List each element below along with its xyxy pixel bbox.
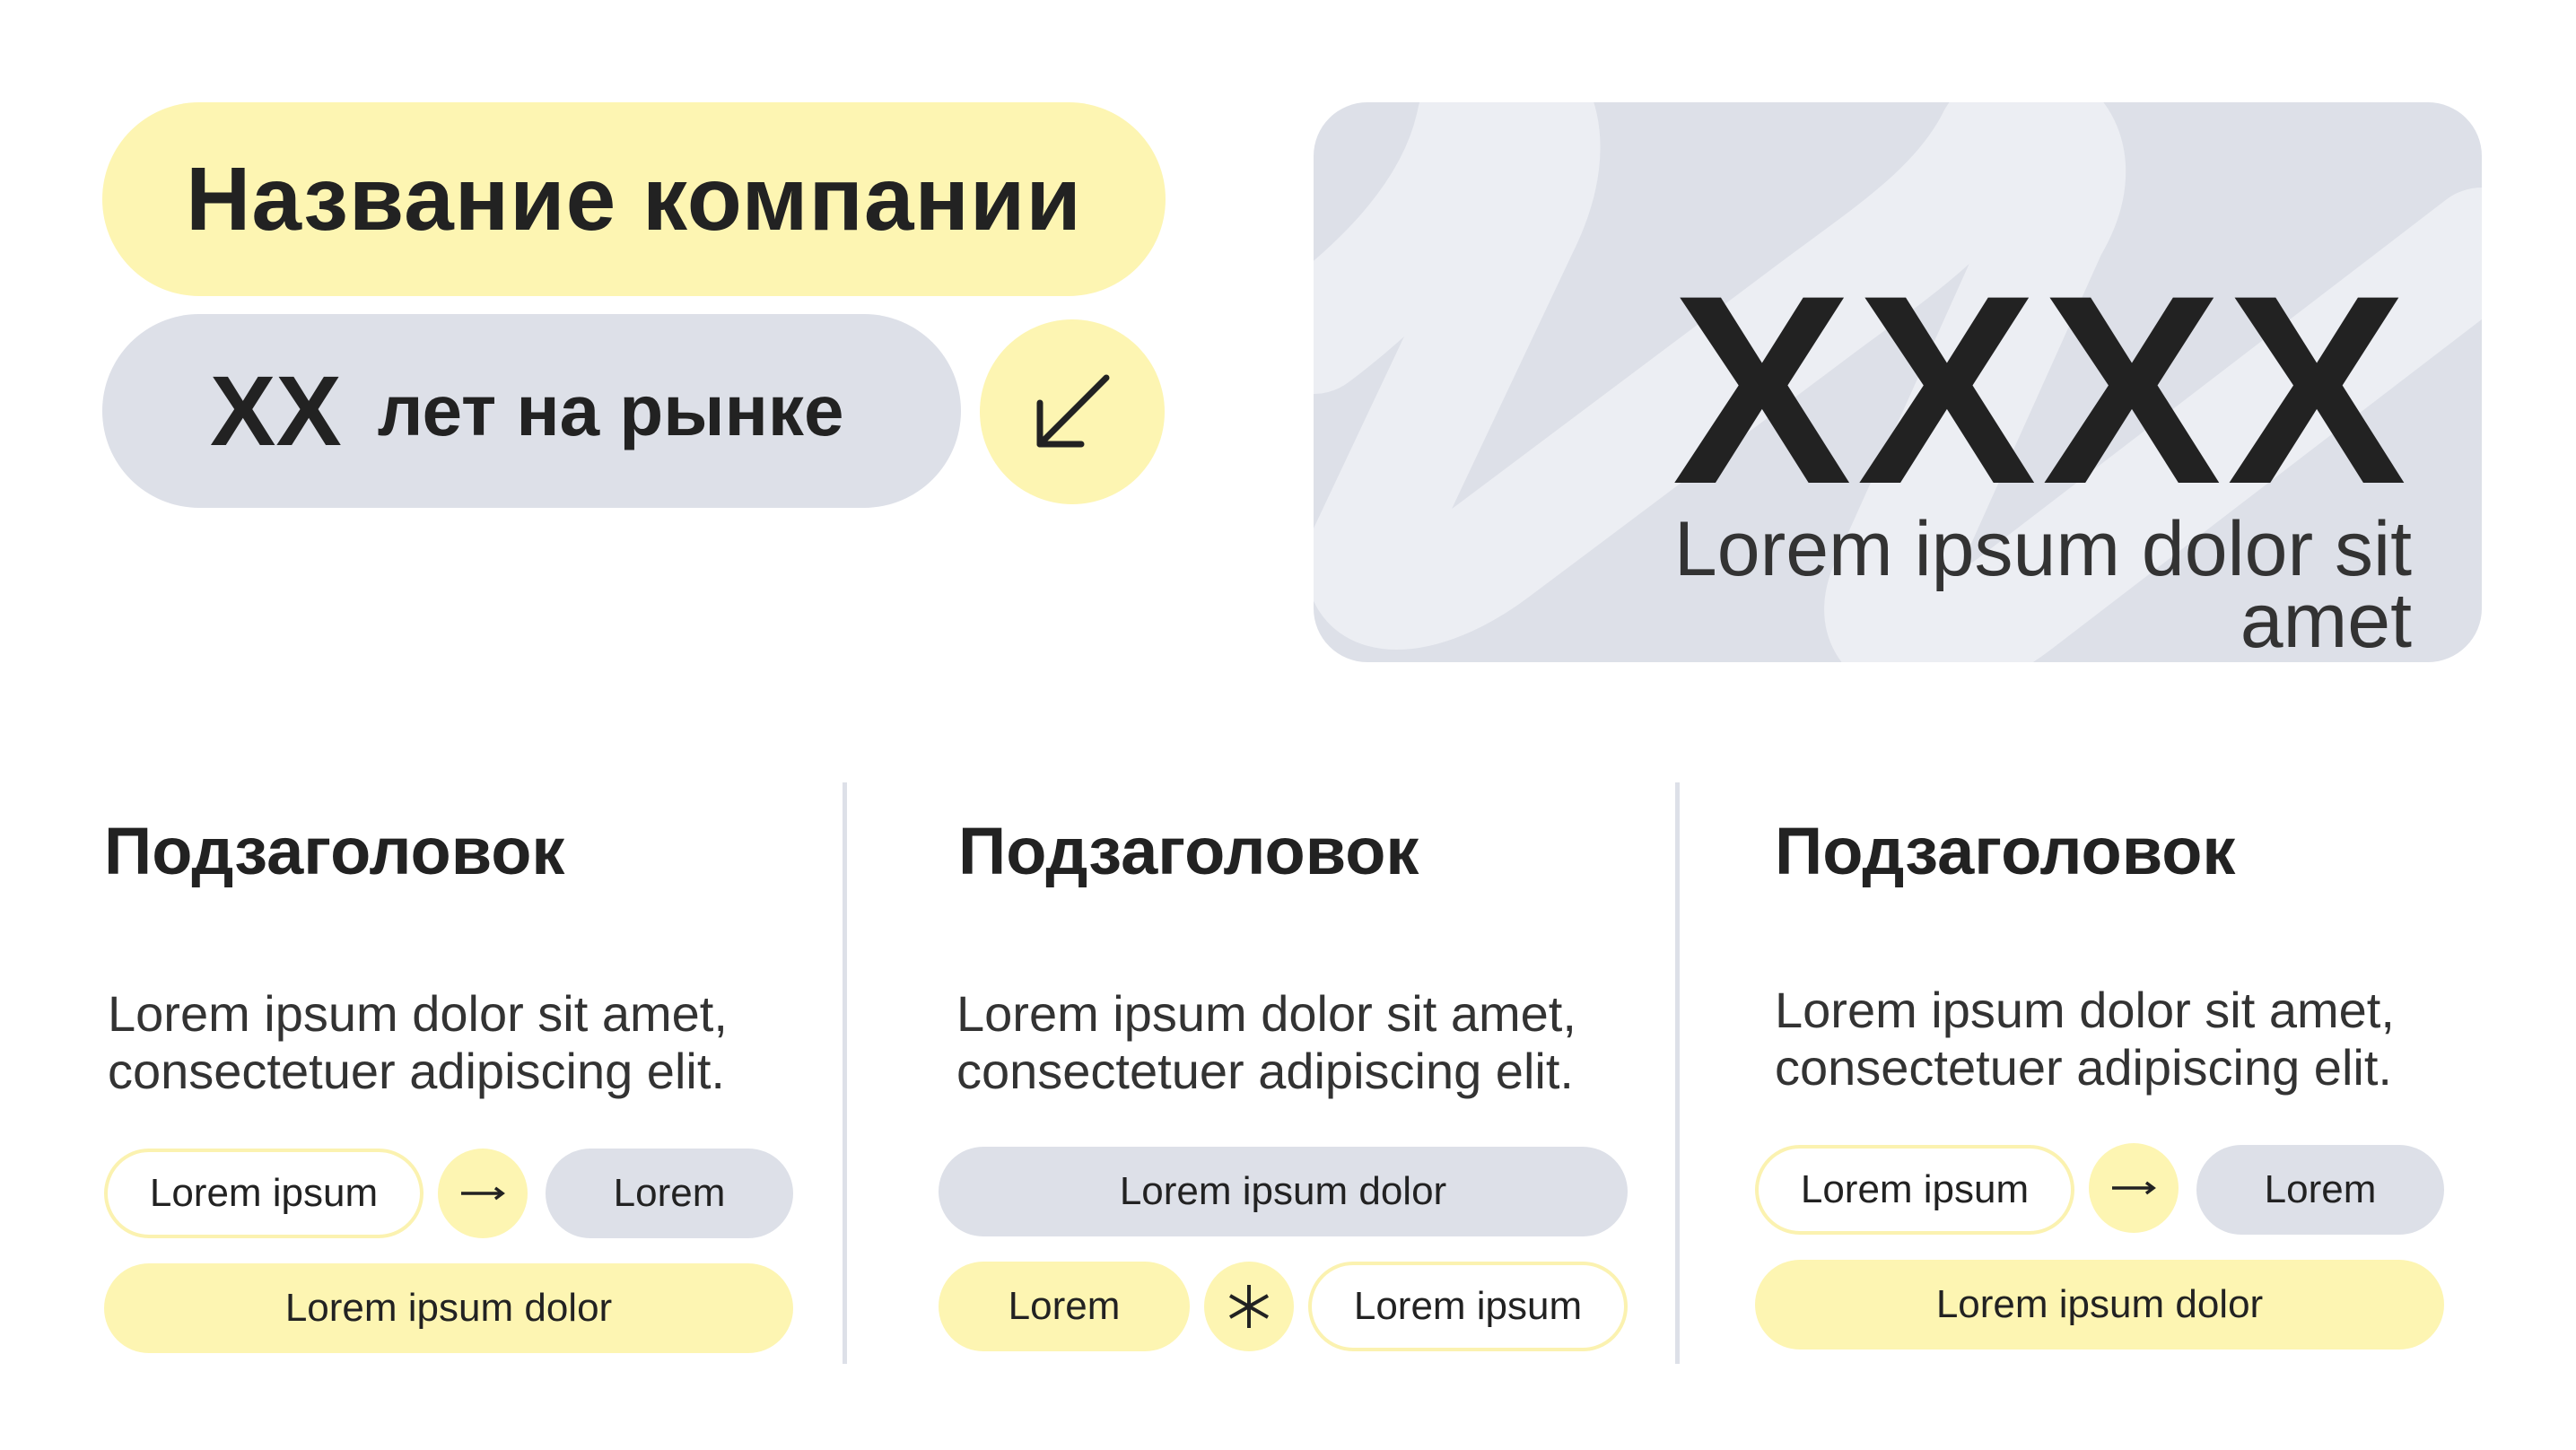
column-1-heading: Подзаголовок <box>104 814 565 888</box>
hero-number: XXXX <box>1672 239 2412 540</box>
years-text: лет на рынке <box>377 371 844 450</box>
column-divider <box>1675 782 1680 1364</box>
column-divider <box>843 782 847 1364</box>
years-number: XX <box>210 355 342 467</box>
tag-label: Lorem <box>1008 1284 1121 1328</box>
company-name: Название компании <box>186 148 1082 249</box>
tag-button-wide[interactable]: Lorem ipsum dolor <box>104 1263 793 1353</box>
column-1-body: Lorem ipsum dolor sit amet, consectetuer… <box>108 985 728 1099</box>
tag-button-wide[interactable]: Lorem ipsum dolor <box>939 1147 1628 1236</box>
arrow-right-icon <box>2112 1181 2156 1195</box>
arrow-down-left-button[interactable] <box>980 319 1165 504</box>
tag-button[interactable]: Lorem <box>939 1262 1190 1351</box>
column-3-heading: Подзаголовок <box>1775 814 2236 888</box>
tag-button[interactable]: Lorem ipsum <box>104 1149 424 1238</box>
tag-button[interactable]: Lorem <box>2196 1145 2444 1235</box>
arrow-right-icon <box>461 1186 505 1201</box>
column-3-body: Lorem ipsum dolor sit amet, consectetuer… <box>1775 982 2395 1096</box>
arrow-down-left-icon <box>1036 374 1110 448</box>
years-on-market-pill: XX лет на рынке <box>102 314 961 508</box>
column-2-heading: Подзаголовок <box>958 814 1419 888</box>
tag-label: Lorem ipsum <box>149 1171 379 1215</box>
asterisk-icon <box>1229 1285 1269 1328</box>
tag-label: Lorem ipsum dolor <box>284 1286 613 1330</box>
company-name-pill: Название компании <box>102 102 1166 296</box>
tag-label: Lorem ipsum dolor <box>1935 1282 2264 1326</box>
tag-label: Lorem <box>613 1171 726 1215</box>
tag-button[interactable]: Lorem ipsum <box>1755 1145 2074 1235</box>
column-2-body: Lorem ipsum dolor sit amet, consectetuer… <box>956 985 1576 1099</box>
tag-button[interactable]: Lorem ipsum <box>1308 1262 1628 1351</box>
hero-caption: Lorem ipsum dolor sit amet <box>1673 506 2412 662</box>
arrow-right-button[interactable] <box>438 1149 528 1238</box>
asterisk-button[interactable] <box>1204 1262 1294 1351</box>
tag-label: Lorem ipsum dolor <box>1119 1169 1447 1213</box>
tag-label: Lorem ipsum <box>1800 1167 2030 1211</box>
tag-button[interactable]: Lorem <box>546 1149 793 1238</box>
tag-label: Lorem ipsum <box>1353 1284 1583 1328</box>
tag-button-wide[interactable]: Lorem ipsum dolor <box>1755 1260 2444 1350</box>
arrow-right-button[interactable] <box>2089 1143 2179 1233</box>
tag-label: Lorem <box>2264 1167 2377 1211</box>
hero-card: XXXX Lorem ipsum dolor sit amet <box>1314 102 2482 662</box>
